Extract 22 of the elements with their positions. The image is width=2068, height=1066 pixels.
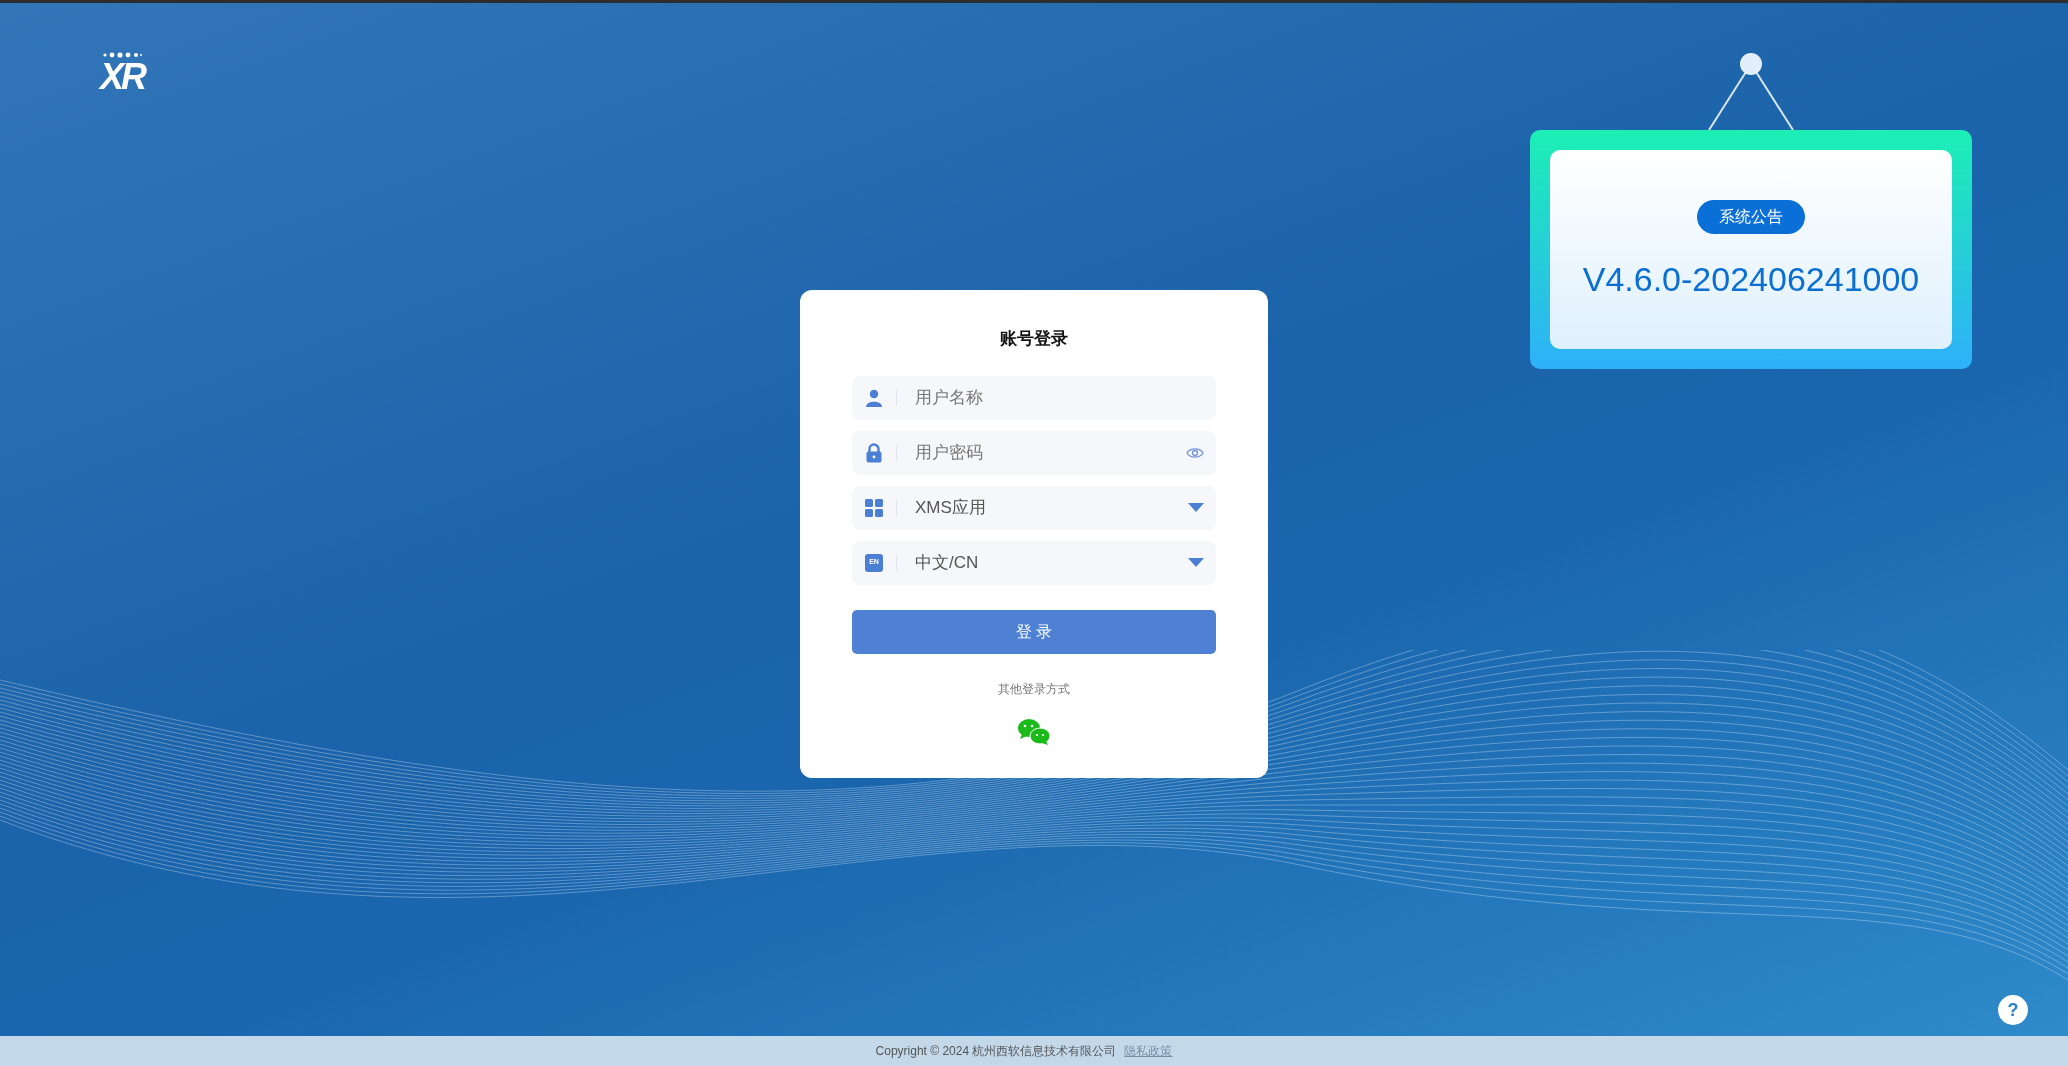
dots-icon [102, 52, 142, 58]
dropdown-caret-icon [1188, 557, 1204, 568]
lock-icon [866, 442, 882, 463]
notice-badge: 系统公告 [1697, 200, 1805, 234]
privacy-link[interactable]: 隐私政策 [1124, 1042, 1173, 1060]
user-icon [865, 388, 883, 407]
chat-bubbles-icon[interactable] [1017, 717, 1051, 746]
version-text: V4.6.0-202406241000 [1582, 259, 1920, 300]
username-field[interactable]: 用户名称 [915, 384, 1204, 411]
input-field[interactable]: 用户密码 [852, 430, 1216, 475]
logo: XR [100, 58, 144, 96]
login-button[interactable]: 登 录 [852, 609, 1216, 654]
login-title: 账号登录 [1000, 328, 1068, 350]
grid-icon [865, 498, 883, 517]
dropdown-caret-icon [1188, 502, 1204, 513]
password-field[interactable]: 用户密码 [915, 439, 1186, 466]
select-field[interactable]: XMS应用 [852, 485, 1216, 530]
other-login-label: 其他登录方式 [998, 680, 1070, 698]
copyright-text: Copyright © 2024 杭州西软信息技术有限公司 [875, 1043, 1117, 1060]
input-field[interactable]: 用户名称 [852, 375, 1216, 420]
help-button[interactable]: ? [1998, 995, 2028, 1025]
eye-icon[interactable] [1186, 446, 1204, 459]
